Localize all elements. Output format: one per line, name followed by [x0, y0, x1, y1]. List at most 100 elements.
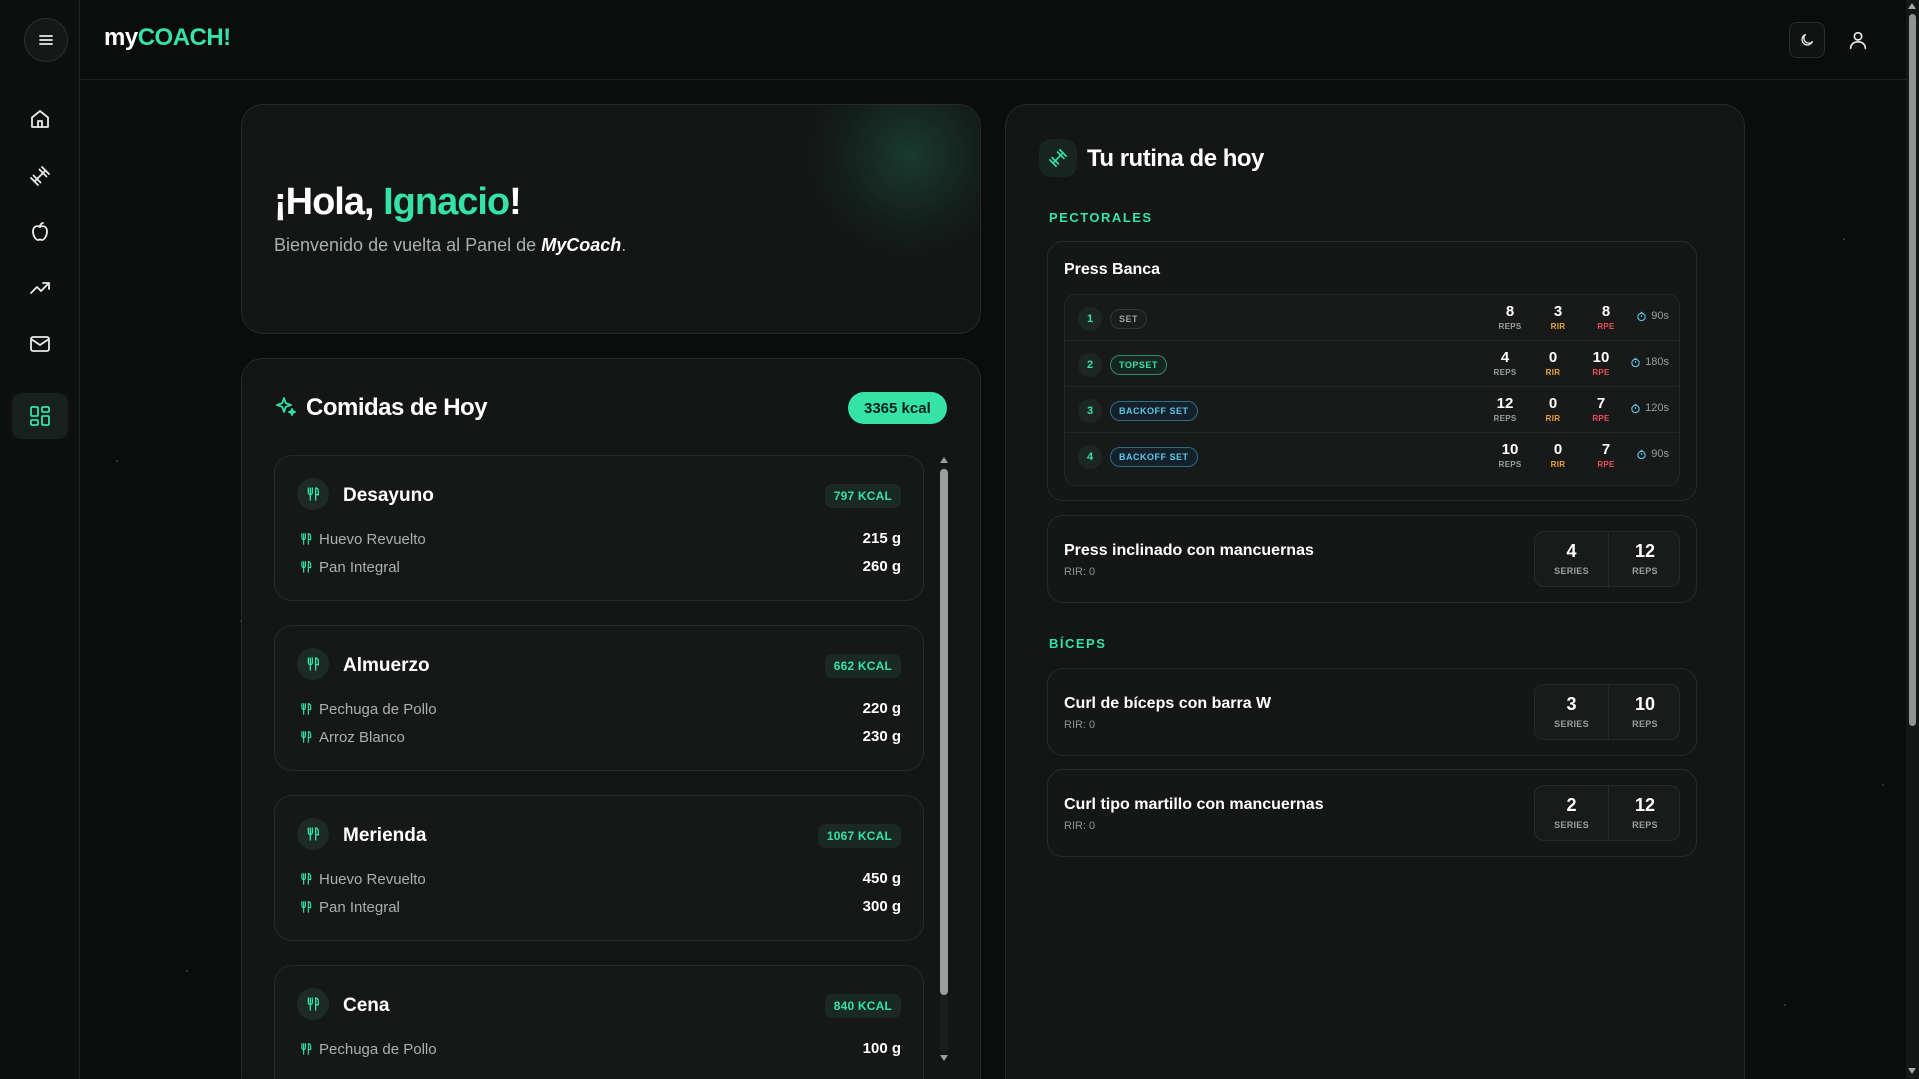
rpe-metric: 7 RPE — [1586, 441, 1626, 469]
meals-title: Comidas de Hoy — [306, 394, 488, 421]
sidebar-item-dashboard[interactable] — [12, 393, 68, 439]
set-row: 3 BACKOFF SET 12 REPS 0 RIR 7 RPE 120s — [1065, 387, 1681, 433]
series-label: SERIES — [1554, 820, 1589, 830]
theme-toggle-button[interactable] — [1789, 22, 1825, 58]
food-row: Pechuga de Pollo 220 g — [299, 700, 901, 720]
muscle-group-label: PECTORALES — [1049, 210, 1153, 225]
user-profile-button[interactable] — [1840, 22, 1876, 58]
muscle-group-label: BÍCEPS — [1049, 636, 1107, 651]
meals-scrollbar-thumb[interactable] — [940, 469, 948, 995]
reps-value: 12 — [1634, 541, 1656, 561]
meal-card[interactable]: Merienda 1067 KCAL Huevo Revuelto 450 g … — [274, 795, 924, 941]
food-name: Arroz Blanco — [319, 729, 405, 746]
sidebar-item-progress[interactable] — [12, 265, 68, 311]
brand-logo[interactable]: myCOACH! — [104, 24, 231, 52]
set-row: 2 TOPSET 4 REPS 0 RIR 10 RPE 180s — [1065, 341, 1681, 387]
welcome-card: ¡Hola, Ignacio! Bienvenido de vuelta al … — [241, 104, 981, 334]
scroll-down-arrow[interactable] — [1908, 1068, 1916, 1074]
rir-metric: 3 RIR — [1538, 303, 1578, 331]
exercise-card[interactable]: Curl de bíceps con barra W RIR: 0 3 SERIE… — [1047, 668, 1697, 756]
rpe-label: RPE — [1592, 414, 1610, 423]
rpe-value: 8 — [1601, 303, 1611, 320]
meals-scrollbar[interactable] — [937, 455, 951, 1065]
reps-label: REPS — [1498, 460, 1522, 469]
timer-icon — [1637, 311, 1646, 321]
meal-kcal-badge: 797 KCAL — [824, 484, 901, 508]
routine-card: Tu rutina de hoy PECTORALES Press Banca … — [1005, 104, 1745, 1079]
meal-card[interactable]: Cena 840 KCAL Pechuga de Pollo 100 g — [274, 965, 924, 1079]
reps-metric: 10 REPS — [1490, 441, 1530, 469]
series-stat: 3 SERIES — [1535, 685, 1608, 741]
rpe-label: RPE — [1597, 460, 1615, 469]
food-row: Huevo Revuelto 450 g — [299, 870, 901, 890]
trending-up-icon — [30, 282, 50, 294]
rir-value: 0 — [1548, 395, 1558, 412]
utensils-icon — [297, 818, 329, 850]
rpe-value: 10 — [1592, 349, 1610, 366]
rpe-metric: 7 RPE — [1581, 395, 1621, 423]
reps-label: REPS — [1632, 566, 1658, 576]
food-row: Pan Integral 260 g — [299, 558, 901, 578]
food-row: Arroz Blanco 230 g — [299, 728, 901, 748]
set-row: 1 SET 8 REPS 3 RIR 8 RPE 90s — [1065, 295, 1681, 341]
sidebar-item-messages[interactable] — [12, 321, 68, 367]
menu-toggle-button[interactable] — [24, 18, 68, 62]
meal-card[interactable]: Desayuno 797 KCAL Huevo Revuelto 215 g P… — [274, 455, 924, 601]
reps-stat: 10 REPS — [1608, 685, 1681, 741]
food-quantity: 220 g — [862, 700, 901, 717]
sidebar-item-home[interactable] — [12, 96, 68, 142]
welcome-subtitle: Bienvenido de vuelta al Panel de MyCoach… — [274, 235, 626, 256]
food-quantity: 300 g — [862, 898, 901, 915]
top-bar: myCOACH! — [80, 0, 1906, 80]
home-icon — [31, 110, 49, 128]
set-number: 2 — [1078, 353, 1102, 377]
reps-metric: 4 REPS — [1485, 349, 1525, 377]
page-scrollbar-thumb[interactable] — [1909, 14, 1916, 726]
reps-label: REPS — [1498, 322, 1522, 331]
welcome-subtitle-text: Bienvenido de vuelta al Panel de — [274, 235, 542, 255]
rir-metric: 0 RIR — [1538, 441, 1578, 469]
food-name: Huevo Revuelto — [319, 871, 426, 888]
dumbbell-icon — [1039, 139, 1077, 177]
exercise-stats: 4 SERIES 12 REPS — [1534, 531, 1680, 588]
meal-kcal-badge: 1067 KCAL — [817, 824, 901, 848]
sidebar-item-nutrition[interactable] — [12, 209, 68, 255]
meal-kcal-badge: 662 KCAL — [824, 654, 901, 678]
scroll-down-arrow[interactable] — [940, 1055, 948, 1061]
rpe-value: 7 — [1601, 441, 1611, 458]
total-kcal-badge: 3365 kcal — [848, 392, 947, 424]
meal-name: Cena — [343, 995, 390, 1016]
rir-value: 0 — [1548, 349, 1558, 366]
rpe-metric: 10 RPE — [1581, 349, 1621, 377]
timer-icon — [1631, 403, 1640, 413]
rest-value: 90s — [1651, 448, 1669, 460]
meal-name: Merienda — [343, 825, 427, 846]
exercise-card[interactable]: Press inclinado con mancuernas RIR: 0 4 S… — [1047, 515, 1697, 603]
rir-label: RIR — [1545, 414, 1561, 423]
moon-icon — [1801, 34, 1813, 46]
rest-value: 180s — [1645, 356, 1669, 368]
page-scrollbar[interactable] — [1906, 0, 1919, 1079]
rest-time: 90s — [1636, 448, 1669, 460]
rest-value: 90s — [1651, 310, 1669, 322]
reps-value: 8 — [1505, 303, 1515, 320]
food-name: Huevo Revuelto — [319, 531, 426, 548]
rir-label: RIR — [1550, 322, 1566, 331]
dumbbell-icon — [30, 166, 50, 186]
scroll-up-arrow[interactable] — [940, 457, 948, 463]
utensils-icon — [297, 648, 329, 680]
food-quantity: 215 g — [862, 530, 901, 547]
food-name: Pechuga de Pollo — [319, 701, 437, 718]
exercise-card[interactable]: Curl tipo martillo con mancuernas RIR: 0… — [1047, 769, 1697, 857]
meal-name: Desayuno — [343, 485, 434, 506]
sidebar-item-workouts[interactable] — [12, 153, 68, 199]
apple-icon — [32, 222, 48, 241]
food-name: Pan Integral — [319, 559, 400, 576]
exercise-name: Press inclinado con mancuernas — [1064, 542, 1314, 559]
rpe-label: RPE — [1597, 322, 1615, 331]
meal-card[interactable]: Almuerzo 662 KCAL Pechuga de Pollo 220 g… — [274, 625, 924, 771]
exercise-card[interactable]: Press Banca 1 SET 8 REPS 3 RIR 8 RPE 90s 2 … — [1047, 241, 1697, 501]
welcome-subtitle-brand: MyCoach — [541, 235, 622, 255]
scroll-up-arrow[interactable] — [1908, 3, 1916, 9]
exercise-rir: RIR: 0 — [1064, 820, 1096, 832]
